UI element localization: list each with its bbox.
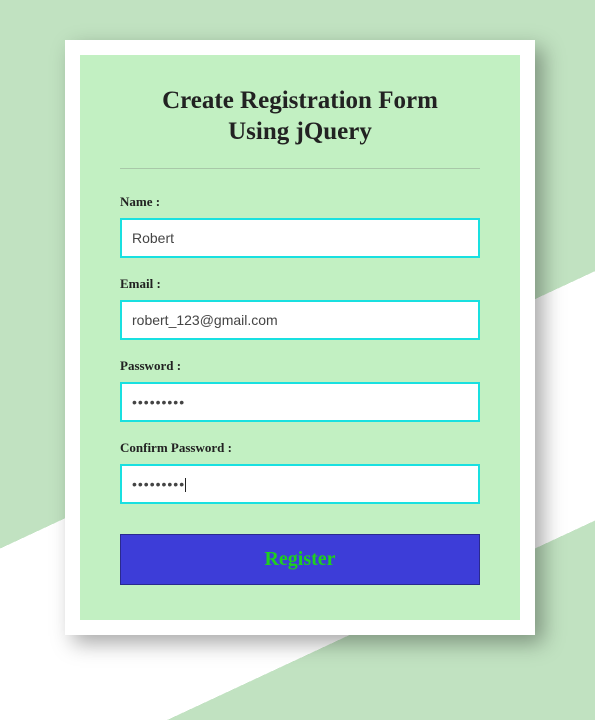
email-input[interactable] [120,300,480,340]
text-cursor [185,478,186,492]
confirm-dots: ••••••••• [132,476,185,492]
password-row: Password : ••••••••• [120,358,480,422]
register-button[interactable]: Register [120,534,480,585]
form-panel: Create Registration Form Using jQuery Na… [80,55,520,620]
name-label: Name : [120,194,480,210]
email-row: Email : [120,276,480,340]
page-title: Create Registration Form Using jQuery [110,85,490,148]
email-label: Email : [120,276,480,292]
confirm-password-input[interactable]: ••••••••• [120,464,480,504]
confirm-password-label: Confirm Password : [120,440,480,456]
password-dots: ••••••••• [132,394,185,410]
name-row: Name : [120,194,480,258]
confirm-password-row: Confirm Password : ••••••••• [120,440,480,504]
password-input[interactable]: ••••••••• [120,382,480,422]
title-line-1: Create Registration Form [162,87,438,114]
form-card: Create Registration Form Using jQuery Na… [65,40,535,635]
title-divider [120,168,480,169]
title-line-2: Using jQuery [228,118,372,145]
name-input[interactable] [120,218,480,258]
password-label: Password : [120,358,480,374]
